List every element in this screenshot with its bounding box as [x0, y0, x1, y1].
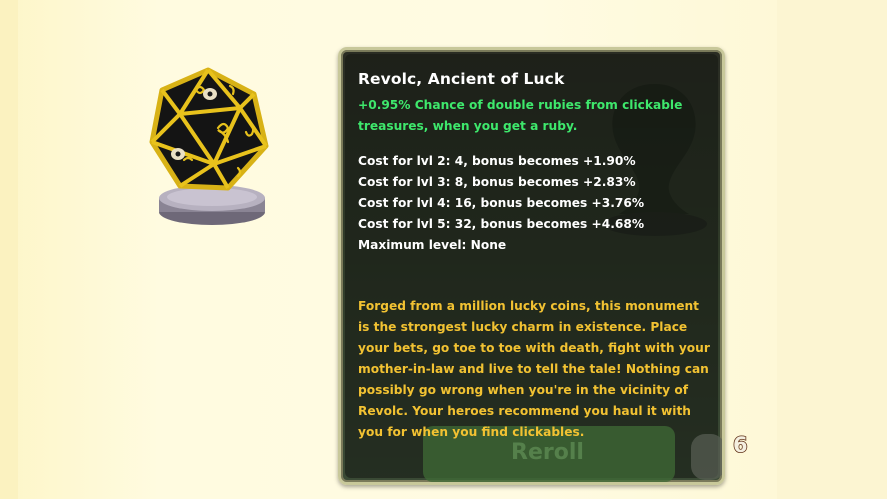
ancient-tooltip-panel: Reroll Revolc, Ancient of Luck +0.95% Ch… — [338, 47, 725, 485]
d20-dice-icon — [149, 67, 269, 191]
game-background: Reroll Revolc, Ancient of Luck +0.95% Ch… — [0, 0, 887, 499]
level-cost-list: Cost for lvl 2: 4, bonus becomes +1.90% … — [358, 151, 710, 256]
left-edge — [0, 0, 18, 499]
tooltip-inner: Reroll Revolc, Ancient of Luck +0.95% Ch… — [345, 54, 722, 482]
right-edge — [777, 0, 887, 499]
tooltip-content: Revolc, Ancient of Luck +0.95% Chance of… — [358, 70, 710, 443]
cost-line: Cost for lvl 4: 16, bonus becomes +3.76% — [358, 196, 645, 210]
cost-line: Cost for lvl 3: 8, bonus becomes +2.83% — [358, 175, 636, 189]
ancient-name: Revolc, Ancient of Luck — [358, 70, 565, 88]
d20-dice-trophy-icon[interactable] — [140, 62, 280, 232]
max-level-line: Maximum level: None — [358, 238, 507, 252]
ancient-lore: Forged from a million lucky coins, this … — [358, 299, 710, 439]
reroll-button-label: Reroll — [511, 440, 584, 465]
reroll-cost-count: 6 — [732, 432, 748, 458]
ancient-bonus: +0.95% Chance of double rubies from clic… — [358, 98, 683, 133]
cost-line: Cost for lvl 2: 4, bonus becomes +1.90% — [358, 154, 636, 168]
cost-line: Cost for lvl 5: 32, bonus becomes +4.68% — [358, 217, 645, 231]
